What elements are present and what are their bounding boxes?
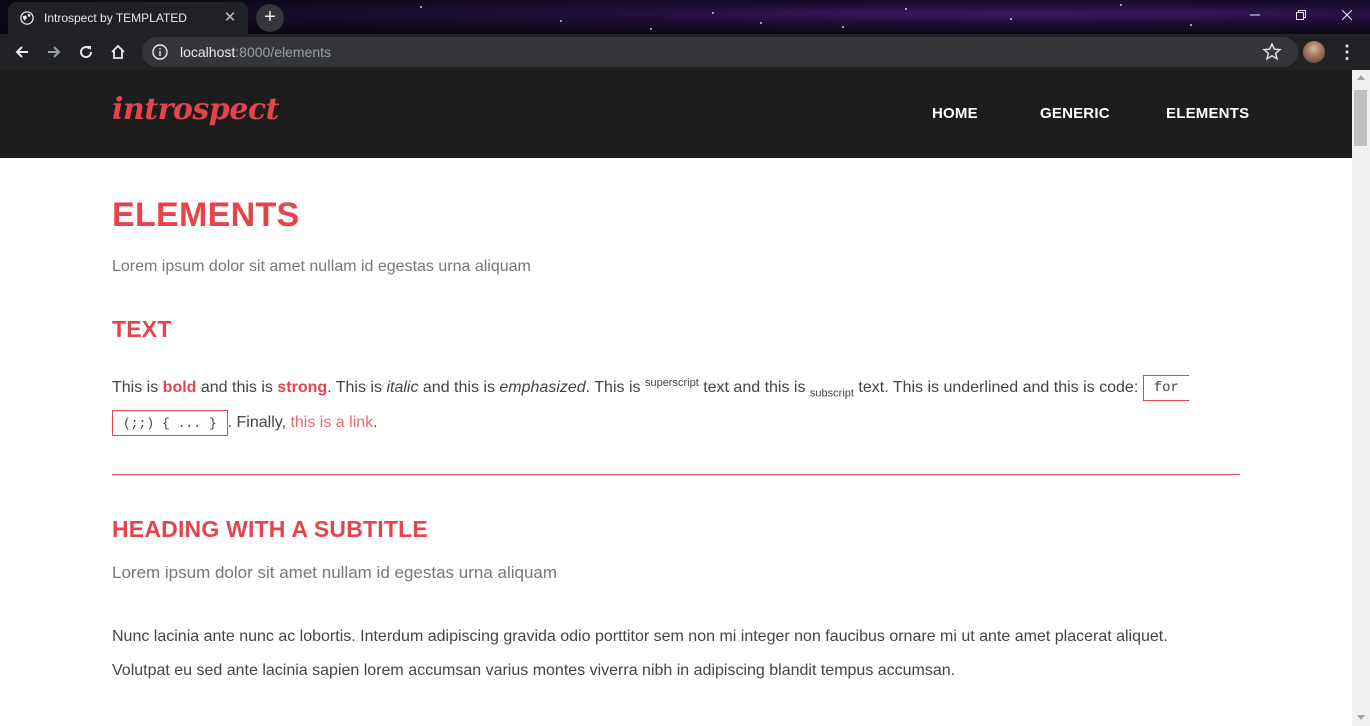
url-path: :8000/elements (235, 44, 331, 60)
italic-text: italic (386, 379, 419, 397)
browser-tab[interactable]: Introspect by TEMPLATED ✕ (8, 2, 248, 34)
strong-text: strong (277, 379, 328, 397)
web-page: introspect HOME GENERIC ELEMENTS ELEMENT… (0, 70, 1352, 726)
bookmark-star-icon[interactable] (1262, 42, 1282, 62)
page-title: ELEMENTS (112, 196, 300, 234)
forward-button[interactable] (40, 38, 68, 66)
scroll-down-icon[interactable] (1357, 715, 1365, 720)
text-run: This is (112, 379, 163, 397)
text-run: text. This is underlined and this is cod… (853, 379, 1143, 397)
close-window-button[interactable] (1324, 0, 1370, 30)
text-paragraph-line-1: This is bold and this is strong. This is… (112, 375, 1189, 401)
globe-icon (20, 11, 34, 25)
site-header: introspect HOME GENERIC ELEMENTS (0, 70, 1352, 158)
text-run: . This is (327, 379, 387, 397)
close-tab-icon[interactable]: ✕ (222, 10, 238, 26)
superscript-text: superscript (644, 376, 699, 389)
browser-toolbar: localhost:8000/elements ⋮ (0, 34, 1370, 70)
reload-button[interactable] (72, 38, 100, 66)
minimize-icon (1250, 14, 1260, 16)
home-icon (111, 44, 125, 59)
profile-avatar[interactable] (1303, 41, 1325, 63)
nav-home[interactable]: HOME (932, 105, 978, 122)
bold-text: bold (162, 379, 197, 397)
body-text-line-2: Volutpat eu sed ante lacinia sapien lore… (112, 662, 956, 679)
restore-icon (1296, 10, 1306, 20)
arrow-left-icon (15, 46, 28, 58)
page-lead: Lorem ipsum dolor sit amet nullam id ege… (112, 258, 531, 275)
text-run: . This is (585, 379, 645, 397)
inline-code: for (1142, 375, 1189, 401)
scroll-up-icon[interactable] (1357, 75, 1365, 80)
back-button[interactable] (8, 38, 36, 66)
browser-menu-icon[interactable]: ⋮ (1338, 42, 1356, 62)
browser-tab-strip: Introspect by TEMPLATED ✕ + (0, 0, 1370, 34)
text-paragraph-line-2: (;;) { ... }. Finally, this is a link. (112, 410, 378, 436)
minimize-window-button[interactable] (1232, 0, 1278, 30)
site-logo[interactable]: introspect (112, 92, 279, 127)
text-run: . (373, 414, 378, 432)
inline-link[interactable]: this is a link (290, 414, 373, 431)
heading-subtitle: Lorem ipsum dolor sit amet nullam id ege… (112, 563, 558, 582)
nav-generic[interactable]: GENERIC (1040, 105, 1110, 122)
subtitle-heading: HEADING WITH A SUBTITLE (112, 516, 428, 542)
new-tab-button[interactable]: + (256, 4, 284, 32)
text-run: and this is (418, 379, 500, 397)
emphasized-text: emphasized (499, 379, 586, 397)
text-heading: TEXT (112, 316, 172, 342)
subscript-text: subscript (809, 387, 854, 400)
text-run: . Finally, (227, 414, 291, 432)
address-bar[interactable]: localhost:8000/elements (142, 37, 1298, 67)
scrollbar-thumb[interactable] (1354, 90, 1367, 146)
info-icon[interactable] (152, 44, 168, 60)
page-scrollbar[interactable] (1352, 70, 1370, 726)
tab-title: Introspect by TEMPLATED (44, 11, 187, 25)
close-icon (1342, 10, 1352, 20)
body-text-line-1: Nunc lacinia ante nunc ac lobortis. Inte… (112, 628, 1168, 645)
home-button[interactable] (104, 38, 132, 66)
url-host: localhost (180, 44, 236, 60)
reload-icon (80, 46, 93, 59)
nav-elements[interactable]: ELEMENTS (1166, 105, 1249, 122)
arrow-right-icon (48, 46, 61, 58)
restore-window-button[interactable] (1278, 0, 1324, 30)
horizontal-rule (112, 474, 1240, 475)
text-run: text and this is (698, 379, 810, 397)
inline-code-continued: (;;) { ... } (112, 410, 228, 436)
text-run: and this is (196, 379, 278, 397)
